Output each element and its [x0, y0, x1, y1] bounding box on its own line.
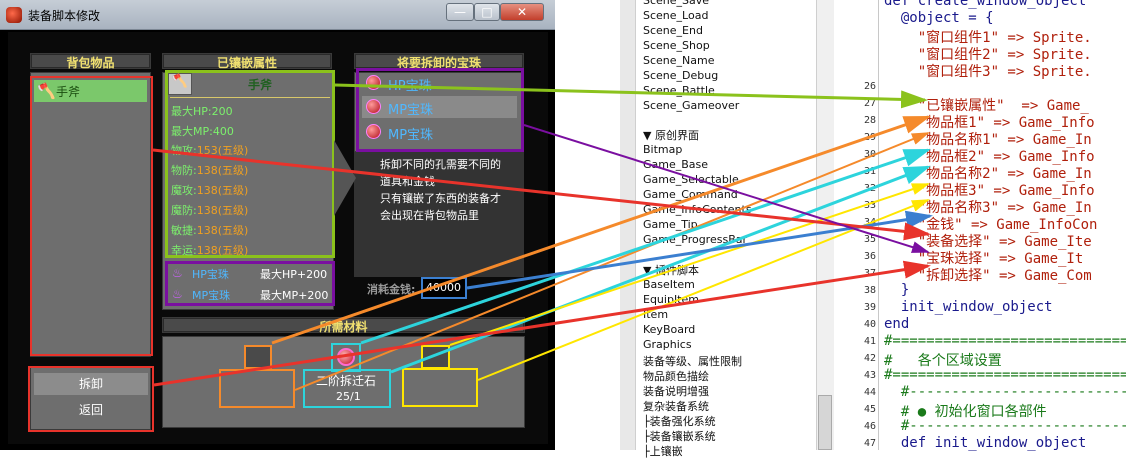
arrow-name-2 — [390, 165, 931, 374]
arrow-name-1 — [294, 132, 930, 391]
arrow-commands — [153, 260, 931, 387]
arrow-bag — [152, 148, 931, 241]
annotation-arrows — [152, 83, 933, 391]
arrow-slot-1 — [271, 115, 931, 345]
arrow-embedded — [334, 83, 928, 109]
arrow-remove — [523, 124, 930, 253]
